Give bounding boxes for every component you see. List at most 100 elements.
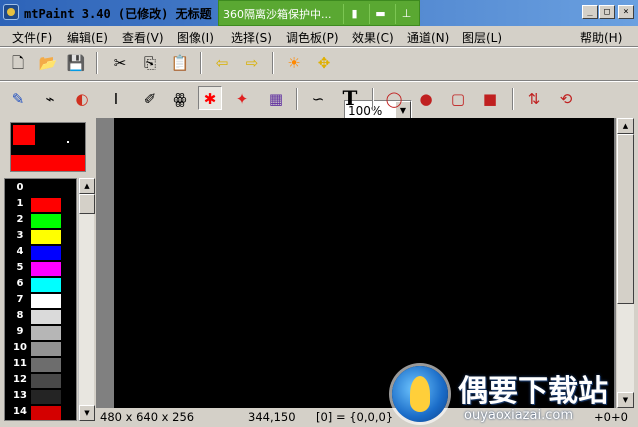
palette-scroll-thumb[interactable] <box>79 194 95 214</box>
palette-swatch[interactable] <box>31 230 61 244</box>
palette-row[interactable]: 13 <box>5 389 76 405</box>
open-folder-icon[interactable]: 📂 <box>36 51 60 75</box>
palette-swatch[interactable] <box>31 246 61 260</box>
redo-arrow-icon[interactable]: ⇨ <box>240 51 264 75</box>
palette-row[interactable]: 7 <box>5 293 76 309</box>
palette-swatch[interactable] <box>31 182 61 196</box>
copy-icon[interactable]: ⎘ <box>138 51 162 75</box>
paste-icon[interactable]: 📋 <box>168 51 192 75</box>
scroll-up-icon[interactable]: ▲ <box>617 118 634 134</box>
background-color-swatch[interactable] <box>11 155 85 171</box>
mtpaint-window: mtPaint 3.40 (已修改) 无标题 _ □ × 360隔离沙箱保护中.… <box>0 0 638 427</box>
pencil-icon[interactable]: ✎ <box>6 87 30 111</box>
palette-swatch[interactable] <box>31 278 61 292</box>
menu-image[interactable]: 图像(I) <box>177 29 214 46</box>
menu-help[interactable]: 帮助(H) <box>580 29 622 46</box>
palette-row[interactable]: 12 <box>5 373 76 389</box>
palette-swatch[interactable] <box>31 214 61 228</box>
fill-bucket-icon[interactable]: ◐ <box>70 87 94 111</box>
toolbar-separator <box>512 88 514 110</box>
brightness-sun-icon[interactable]: ☀ <box>282 51 306 75</box>
sandbox-banner: 360隔离沙箱保护中... ▮ ▬ ⊥ <box>218 0 420 26</box>
menu-view[interactable]: 查看(V) <box>122 29 164 46</box>
brush-shape-icon[interactable]: ⌁ <box>38 87 62 111</box>
palette-row[interactable]: 2 <box>5 213 76 229</box>
clone-tool-icon[interactable]: ꙮ <box>168 87 192 111</box>
preview-dot <box>67 141 69 143</box>
move-pan-icon[interactable]: ✥ <box>312 51 336 75</box>
palette-index: 5 <box>16 262 24 273</box>
palette-swatch[interactable] <box>31 342 61 356</box>
window-title: mtPaint 3.40 (已修改) 无标题 <box>24 7 212 21</box>
palette-swatch[interactable] <box>31 262 61 276</box>
line-tool-icon[interactable]: Ⅰ <box>104 87 128 111</box>
menu-effects[interactable]: 效果(C) <box>352 29 394 46</box>
palette-row[interactable]: 8 <box>5 309 76 325</box>
palette-row[interactable]: 10 <box>5 341 76 357</box>
palette-row[interactable]: 5 <box>5 261 76 277</box>
palette-index: 14 <box>13 406 27 417</box>
pin-icon[interactable]: ⊥ <box>395 4 417 24</box>
palette-row[interactable]: 6 <box>5 277 76 293</box>
rectangle-filled-icon[interactable]: ■ <box>478 87 502 111</box>
toolbar-separator <box>296 88 298 110</box>
minimize-button[interactable]: _ <box>582 5 598 19</box>
palette-index: 1 <box>16 198 24 209</box>
palette-scrollbar[interactable]: ▲ ▼ <box>78 178 95 421</box>
palette-row[interactable]: 14 <box>5 405 76 420</box>
save-icon[interactable]: 💾 <box>64 51 88 75</box>
scroll-up-icon[interactable]: ▲ <box>79 178 95 194</box>
app-icon[interactable] <box>3 4 19 20</box>
undo-arrow-icon[interactable]: ⇦ <box>210 51 234 75</box>
menu-channels[interactable]: 通道(N) <box>407 29 449 46</box>
maximize-button[interactable]: □ <box>599 5 615 19</box>
palette-row[interactable]: 1 <box>5 197 76 213</box>
watermark-title: 偶要下载站 <box>458 374 608 409</box>
menu-file[interactable]: 文件(F) <box>12 29 52 46</box>
canvas-scroll-thumb[interactable] <box>617 134 634 304</box>
palette-swatch[interactable] <box>31 310 61 324</box>
rotate-icon[interactable]: ⟲ <box>554 87 578 111</box>
foreground-color-swatch[interactable] <box>13 125 35 145</box>
scroll-down-icon[interactable]: ▼ <box>79 405 95 421</box>
palette-swatch[interactable] <box>31 326 61 340</box>
rectangle-outline-icon[interactable]: ▢ <box>446 87 470 111</box>
menu-select[interactable]: 选择(S) <box>231 29 272 46</box>
status-cursor-coords: 344,150 <box>248 410 296 424</box>
sandbox-clip-icon[interactable]: ▮ <box>343 4 365 24</box>
palette-index: 3 <box>16 230 24 241</box>
ellipse-outline-icon[interactable]: ◯ <box>382 87 406 111</box>
menu-palette[interactable]: 调色板(P) <box>286 29 339 46</box>
palette-swatch[interactable] <box>31 294 61 308</box>
flip-vertical-icon[interactable]: ⇅ <box>522 87 546 111</box>
status-pixel-value: [0] = {0,0,0} <box>316 410 394 424</box>
smudge-icon[interactable]: ✐ <box>138 87 162 111</box>
cut-icon[interactable]: ✂ <box>108 51 132 75</box>
text-select-icon[interactable]: ▦ <box>264 87 288 111</box>
text-tool-icon[interactable]: T <box>338 86 362 110</box>
palette-row[interactable]: 4 <box>5 245 76 261</box>
palette-row[interactable]: 11 <box>5 357 76 373</box>
ellipse-filled-icon[interactable]: ● <box>414 87 438 111</box>
palette-index: 10 <box>13 342 27 353</box>
close-button[interactable]: × <box>618 5 634 19</box>
palette-swatch[interactable] <box>31 374 61 388</box>
palette-swatch[interactable] <box>31 198 61 212</box>
palette-index: 4 <box>16 246 24 257</box>
palette-swatch[interactable] <box>31 406 61 420</box>
toolbar-separator <box>372 88 374 110</box>
palette-row[interactable]: 0 <box>5 181 76 197</box>
color-preview[interactable] <box>10 122 86 172</box>
polygon-icon[interactable]: ∽ <box>306 87 330 111</box>
new-file-icon[interactable]: 🗋 <box>6 51 30 75</box>
palette-row[interactable]: 3 <box>5 229 76 245</box>
lasso-icon[interactable]: ✦ <box>230 87 254 111</box>
menu-edit[interactable]: 编辑(E) <box>67 29 108 46</box>
rectangle-select-icon[interactable]: ✱ <box>198 86 222 110</box>
palette-swatch[interactable] <box>31 390 61 404</box>
palette-swatch[interactable] <box>31 358 61 372</box>
palette-list[interactable]: 0 1 2 3 4 5 6 7 8 9 10 11 12 13 14 <box>4 178 77 421</box>
palette-row[interactable]: 9 <box>5 325 76 341</box>
folder-icon[interactable]: ▬ <box>369 4 391 24</box>
menu-layers[interactable]: 图层(L) <box>462 29 502 46</box>
